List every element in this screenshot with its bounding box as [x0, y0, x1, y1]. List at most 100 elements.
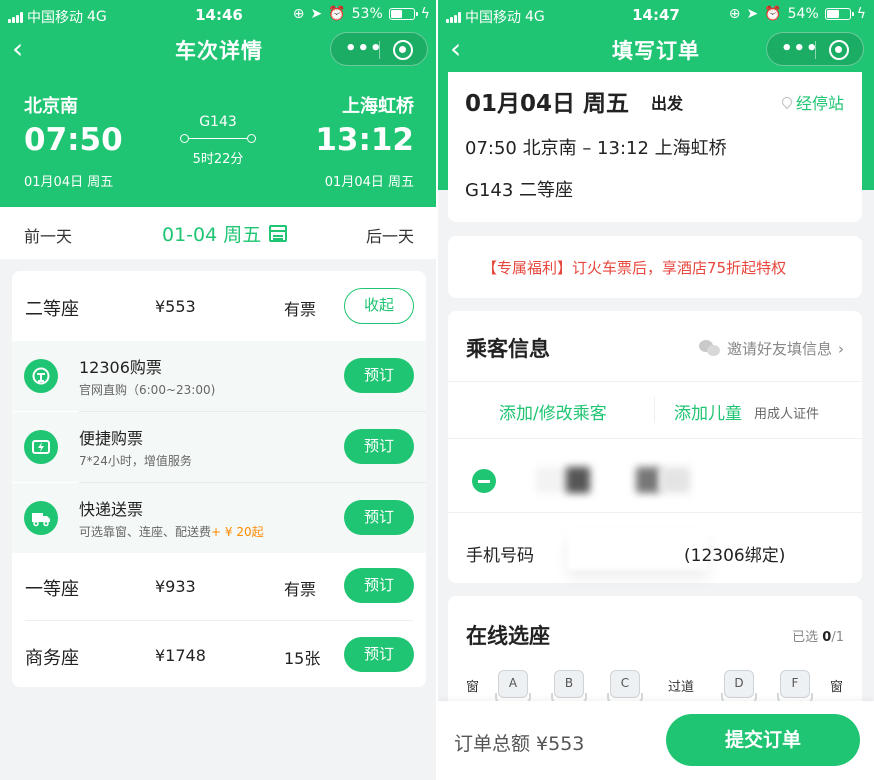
add-passenger-button[interactable]: 添加/修改乘客: [499, 399, 607, 424]
mini-program-capsule: •••: [330, 32, 428, 66]
submit-order-button[interactable]: 提交订单: [666, 714, 860, 766]
channel-title: 12306购票: [79, 358, 162, 377]
close-target-icon[interactable]: [829, 40, 849, 60]
status-bar: 中国移动 4G 14:47 ⊕ ➤ ⏰ 54% ϟ: [438, 0, 874, 30]
invite-label: 邀请好友填信息: [726, 340, 832, 358]
channel-fast-buy[interactable]: 便捷购票 7*24小时，增值服务 预订: [12, 412, 426, 482]
departure-time: 07:50: [24, 122, 123, 158]
lock-rotation-icon: ⊕: [728, 6, 741, 22]
date-switcher: 前一天 01-04 周五 后一天: [0, 207, 438, 259]
seat-price: ¥553: [155, 297, 196, 316]
seat-class: 一等座: [25, 579, 79, 600]
seat-f[interactable]: F: [777, 670, 813, 705]
passenger-card: 乘客信息 邀请好友填信息 › 添加/修改乘客 添加儿童 用成人证件 手机号码 (…: [448, 311, 862, 583]
current-date: 01-04 周五: [162, 224, 262, 246]
seat-row-second-class[interactable]: 二等座 ¥553 有票 收起: [12, 271, 426, 341]
channel-delivery[interactable]: 快递送票 可选靠窗、连座、配送费+ ¥ 20起 预订: [12, 483, 426, 553]
order-footer: 订单总额 ¥553 提交订单: [438, 701, 874, 780]
channel-desc: 7*24小时，增值服务: [79, 454, 192, 468]
add-child-button[interactable]: 添加儿童: [674, 399, 742, 424]
trip-duration: 5时22分: [192, 152, 244, 167]
more-icon[interactable]: •••: [345, 40, 383, 58]
promo-banner[interactable]: 【专属福利】订火车票后，享酒店75折起特权: [448, 236, 862, 298]
alarm-icon: ⏰: [764, 6, 782, 22]
location-pin-icon: [779, 94, 795, 110]
stops-link[interactable]: 经停站: [779, 90, 844, 114]
window-label: 窗: [830, 680, 844, 695]
invite-friend-link[interactable]: 邀请好友填信息 ›: [698, 338, 844, 359]
lightning-ticket-icon: [24, 430, 58, 464]
seat-list: 二等座 ¥553 有票 收起 12306购票 官网直购（6:00~23:00) …: [12, 271, 426, 687]
train-info[interactable]: G143 5时22分: [176, 114, 260, 167]
chevron-right-icon: ›: [838, 339, 844, 358]
calendar-icon: [269, 225, 288, 242]
passenger-row: [448, 449, 862, 513]
book-button[interactable]: 预订: [344, 429, 414, 464]
status-bar: 中国移动 4G 14:46 ⊕ ➤ ⏰ 53% ϟ: [0, 0, 438, 30]
current-date-button[interactable]: 01-04 周五: [162, 220, 288, 247]
seat-class: 商务座: [25, 648, 79, 669]
stops-label: 经停站: [795, 94, 844, 113]
wechat-icon: [698, 340, 721, 357]
trip-seat: G143 二等座: [465, 180, 574, 201]
seat-availability: 有票: [284, 300, 317, 319]
train-detail-screen: 中国移动 4G 14:46 ⊕ ➤ ⏰ 53% ϟ ‹ 车次详情 ••• 北京南…: [0, 0, 438, 780]
mini-program-capsule: •••: [766, 32, 864, 66]
battery-icon: [824, 8, 854, 20]
seat-availability: 15张: [284, 649, 321, 668]
window-label: 窗: [466, 680, 480, 695]
arrival-time: 13:12: [315, 122, 414, 158]
nav-bar: ‹ 车次详情 •••: [0, 30, 438, 70]
order-form-screen: 中国移动 4G 14:47 ⊕ ➤ ⏰ 54% ϟ ‹ 填写订单 ••• 01月…: [438, 0, 874, 780]
channel-12306[interactable]: 12306购票 官网直购（6:00~23:00) 预订: [12, 341, 426, 411]
seat-price: ¥933: [155, 577, 196, 596]
battery-fill: [826, 10, 839, 18]
book-button[interactable]: 预订: [344, 358, 414, 393]
lock-rotation-icon: ⊕: [292, 6, 305, 22]
next-day-button[interactable]: 后一天: [366, 223, 414, 247]
phone-label: 手机号码: [466, 546, 534, 566]
battery-percent: 53%: [351, 6, 383, 22]
channel-title: 快递送票: [79, 500, 144, 519]
battery-percent: 54%: [787, 6, 819, 22]
seat-selection-card: 在线选座 已选 0/1 窗 A B C 过道 D F 窗: [448, 596, 862, 716]
departure-date: 01月04日 周五: [24, 175, 114, 190]
trip-route: 07:50 北京南 – 13:12 上海虹桥: [465, 138, 727, 159]
delivery-truck-icon: [24, 501, 58, 535]
train-number: G143: [199, 114, 237, 130]
battery-fill: [390, 10, 402, 18]
seat-d[interactable]: D: [721, 670, 757, 705]
seat-price: ¥1748: [155, 646, 206, 665]
seat-availability: 有票: [284, 580, 317, 599]
seat-a[interactable]: A: [495, 670, 531, 705]
seat-row-business-class[interactable]: 商务座 ¥1748 15张 预订: [12, 620, 426, 687]
battery-icon: [388, 8, 418, 20]
close-target-icon[interactable]: [393, 40, 413, 60]
book-button[interactable]: 预订: [344, 568, 414, 603]
book-button[interactable]: 预订: [344, 637, 414, 672]
departure-station: 北京南: [24, 96, 78, 117]
location-icon: ➤: [310, 6, 323, 22]
selected-count: 已选 0/1: [792, 630, 844, 645]
seat-row-first-class[interactable]: 一等座 ¥933 有票 预订: [12, 551, 426, 621]
add-child-note: 用成人证件: [754, 407, 820, 422]
more-icon[interactable]: •••: [781, 40, 819, 58]
seat-b[interactable]: B: [551, 670, 587, 705]
channel-desc: 可选靠窗、连座、配送费: [79, 525, 212, 539]
alarm-icon: ⏰: [328, 6, 346, 22]
seat-c[interactable]: C: [607, 670, 643, 705]
order-total: 订单总额 ¥553: [454, 733, 585, 755]
seat-class: 二等座: [25, 299, 79, 320]
prev-day-button[interactable]: 前一天: [24, 223, 72, 247]
phone-binding-tag: (12306绑定): [684, 546, 786, 566]
section-title: 乘客信息: [466, 337, 550, 361]
blurred-id: [636, 467, 660, 493]
departure-label: 出发: [651, 94, 684, 113]
remove-passenger-icon[interactable]: [472, 469, 496, 493]
section-title: 在线选座: [466, 624, 550, 648]
book-button[interactable]: 预订: [344, 500, 414, 535]
location-icon: ➤: [746, 6, 759, 22]
collapse-button[interactable]: 收起: [344, 288, 414, 324]
arrival-date: 01月04日 周五: [324, 175, 414, 190]
channel-desc: 官网直购（6:00~23:00): [79, 383, 216, 397]
